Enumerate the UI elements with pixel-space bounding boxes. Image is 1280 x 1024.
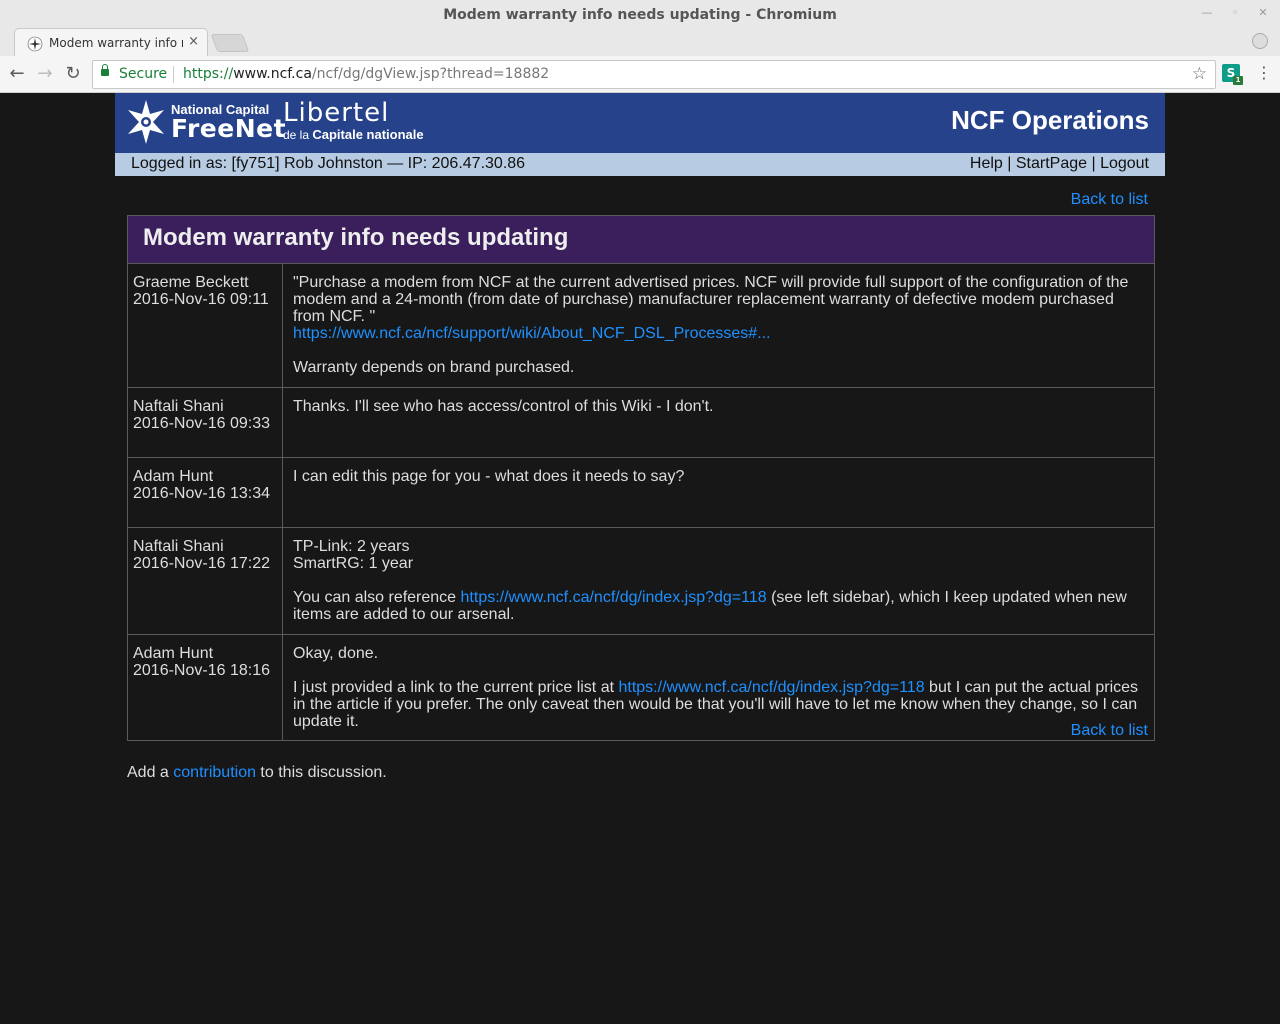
extension-icon[interactable]: S1: [1222, 64, 1243, 85]
maximize-button[interactable]: ◦: [1228, 6, 1242, 20]
help-link[interactable]: Help: [970, 155, 1003, 172]
post-text: TP-Link: 2 years: [293, 538, 410, 555]
post-text: Okay, done.: [293, 645, 379, 662]
thread-header: Modem warranty info needs updating: [128, 216, 1154, 264]
reload-icon[interactable]: ↻: [62, 63, 84, 85]
url-scheme: https://: [183, 66, 234, 82]
bookmark-star-icon[interactable]: ☆: [1192, 64, 1207, 84]
menu-dots-icon[interactable]: ⋮: [1256, 63, 1272, 82]
post-date: 2016-Nov-16 09:33: [133, 415, 270, 432]
startpage-link[interactable]: StartPage: [1016, 155, 1087, 172]
logo-capitale-nationale: de la Capitale nationale: [283, 127, 424, 142]
extension-badge: 1: [1233, 76, 1243, 85]
post-author-cell: Naftali Shani 2016-Nov-16 09:33: [128, 388, 283, 457]
post-text: "Purchase a modem from NCF at the curren…: [293, 274, 1129, 325]
post-author: Adam Hunt: [133, 468, 214, 485]
omnibox-divider: [173, 66, 174, 83]
post-text: You can also reference https://www.ncf.c…: [293, 589, 1144, 623]
post-message: Okay, done. I just provided a link to th…: [283, 635, 1154, 740]
lock-icon: [101, 64, 109, 76]
ncf-favicon-icon: [27, 36, 43, 52]
minimize-button[interactable]: —: [1200, 6, 1214, 20]
post-link[interactable]: https://www.ncf.ca/ncf/support/wiki/Abou…: [293, 325, 771, 342]
link-separator: |: [1087, 155, 1101, 172]
logo-capitale: Capitale nationale: [312, 127, 424, 142]
post-date: 2016-Nov-16 17:22: [133, 555, 270, 572]
post-date: 2016-Nov-16 13:34: [133, 485, 270, 502]
secure-label: Secure: [119, 66, 168, 82]
browser-tab[interactable]: Modem warranty info n ×: [14, 28, 208, 57]
page-content: National Capital FreeNet Libertel de la …: [0, 93, 1280, 1024]
url-path: /ncf/dg/dgView.jsp?thread=18882: [311, 66, 550, 82]
post-date: 2016-Nov-16 09:11: [133, 291, 269, 308]
tab-close-icon[interactable]: ×: [188, 34, 199, 49]
post-author-cell: Graeme Beckett 2016-Nov-16 09:11: [128, 264, 283, 387]
post-text: Warranty depends on brand purchased.: [293, 359, 575, 376]
post-row: Adam Hunt 2016-Nov-16 13:34 I can edit t…: [128, 458, 1154, 528]
close-window-button[interactable]: ✕: [1256, 6, 1270, 20]
post-text: I can edit this page for you - what does…: [293, 468, 685, 485]
post-text: SmartRG: 1 year: [293, 555, 414, 572]
post-row: Adam Hunt 2016-Nov-16 18:16 Okay, done. …: [128, 635, 1154, 740]
contribution-link[interactable]: contribution: [173, 764, 256, 781]
browser-toolbar: ← → ↻ Secure https://www.ncf.ca/ncf/dg/d…: [0, 56, 1280, 93]
back-to-list-link-top[interactable]: Back to list: [1071, 191, 1148, 209]
thread-title: Modem warranty info needs updating: [143, 224, 569, 251]
logout-link[interactable]: Logout: [1100, 155, 1149, 172]
post-message: TP-Link: 2 years SmartRG: 1 year You can…: [283, 528, 1154, 634]
user-bar: Logged in as: [fy751] Rob Johnston — IP:…: [115, 153, 1165, 176]
site-banner: National Capital FreeNet Libertel de la …: [115, 93, 1165, 153]
logo-freenet: FreeNet: [171, 114, 287, 143]
post-text-part: You can also reference: [293, 589, 461, 606]
post-message: I can edit this page for you - what does…: [283, 458, 1154, 527]
post-author: Graeme Beckett: [133, 274, 249, 291]
page-title: NCF Operations: [951, 105, 1149, 135]
ncf-logo-icon[interactable]: [125, 98, 167, 146]
logo-de-la: de la: [283, 128, 310, 142]
post-author: Naftali Shani: [133, 398, 224, 415]
post-text: Thanks. I'll see who has access/control …: [293, 398, 714, 415]
tab-strip: Modem warranty info n ×: [0, 26, 1280, 57]
url-text[interactable]: https://www.ncf.ca/ncf/dg/dgView.jsp?thr…: [183, 66, 549, 82]
post-text: I just provided a link to the current pr…: [293, 679, 1144, 730]
window-title: Modem warranty info needs updating - Chr…: [443, 7, 837, 23]
post-message: "Purchase a modem from NCF at the curren…: [283, 264, 1154, 387]
post-author: Adam Hunt: [133, 645, 214, 662]
link-separator: |: [1002, 155, 1016, 172]
post-author: Naftali Shani: [133, 538, 224, 555]
user-links: Help | StartPage | Logout: [970, 155, 1149, 173]
back-arrow-icon[interactable]: ←: [6, 63, 28, 85]
logo-libertel: Libertel: [283, 98, 390, 128]
logged-in-info: Logged in as: [fy751] Rob Johnston — IP:…: [131, 155, 526, 172]
new-tab-button[interactable]: [210, 34, 250, 52]
thread-table: Modem warranty info needs updating Graem…: [127, 215, 1155, 741]
post-row: Naftali Shani 2016-Nov-16 17:22 TP-Link:…: [128, 528, 1154, 635]
post-author-cell: Adam Hunt 2016-Nov-16 13:34: [128, 458, 283, 527]
post-link[interactable]: https://www.ncf.ca/ncf/dg/index.jsp?dg=1…: [618, 679, 924, 696]
post-row: Graeme Beckett 2016-Nov-16 09:11 "Purcha…: [128, 264, 1154, 388]
url-host: www.ncf.ca: [233, 66, 312, 82]
profile-icon[interactable]: [1252, 33, 1268, 49]
post-text-part: I just provided a link to the current pr…: [293, 679, 619, 696]
post-message: Thanks. I'll see who has access/control …: [283, 388, 1154, 457]
address-bar[interactable]: Secure https://www.ncf.ca/ncf/dg/dgView.…: [92, 60, 1216, 89]
post-author-cell: Naftali Shani 2016-Nov-16 17:22: [128, 528, 283, 634]
post-date: 2016-Nov-16 18:16: [133, 662, 270, 679]
post-row: Naftali Shani 2016-Nov-16 09:33 Thanks. …: [128, 388, 1154, 458]
back-to-list-link-bottom[interactable]: Back to list: [1071, 722, 1148, 740]
post-author-cell: Adam Hunt 2016-Nov-16 18:16: [128, 635, 283, 740]
forward-arrow-icon[interactable]: →: [34, 63, 56, 85]
footer-text: to this discussion.: [255, 764, 387, 781]
tab-title: Modem warranty info n: [49, 36, 183, 50]
add-contribution-text: Add a contribution to this discussion.: [127, 764, 387, 782]
footer-text: Add a: [127, 764, 174, 781]
post-link[interactable]: https://www.ncf.ca/ncf/dg/index.jsp?dg=1…: [461, 589, 767, 606]
